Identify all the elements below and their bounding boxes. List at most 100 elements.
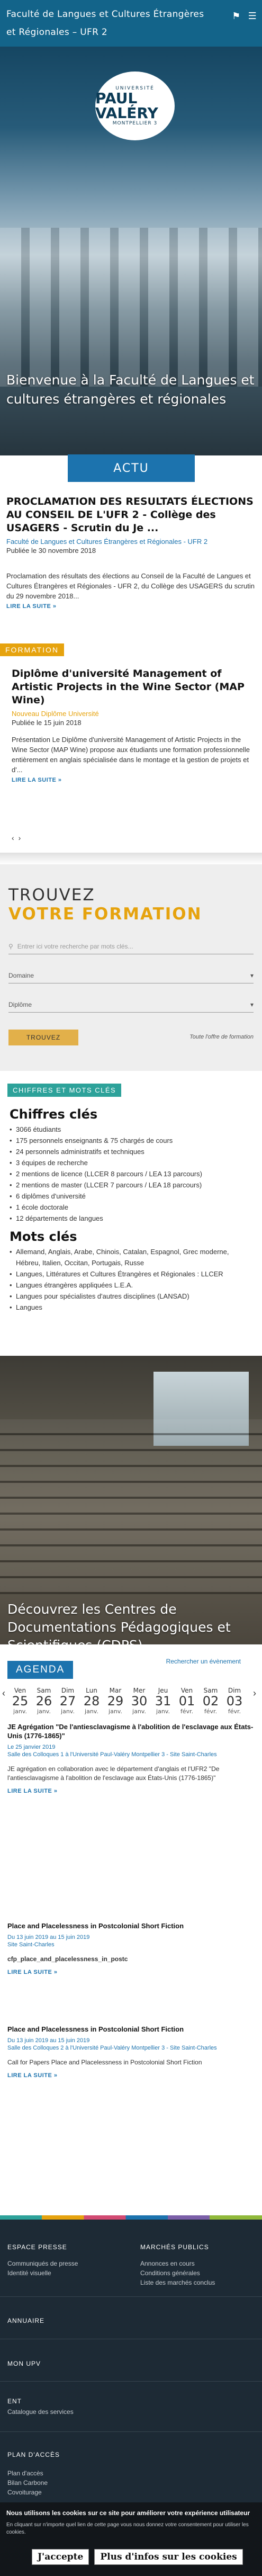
- calendar-next-icon[interactable]: ›: [253, 1688, 256, 1699]
- diplome-select[interactable]: Diplôme ▾: [8, 997, 254, 1013]
- event-place: Salle des Colloques 1 à l'Université Pau…: [7, 1751, 217, 1758]
- event-description: Call for Papers Place and Placelessness …: [7, 2059, 202, 2066]
- search-placeholder: Entrer ici votre recherche par mots clés…: [17, 942, 133, 950]
- calendar-day[interactable]: Lun 28 janv.: [81, 1687, 102, 1715]
- list-item: 3066 étudiants: [10, 1124, 253, 1135]
- color-stripe: [0, 2215, 262, 2220]
- espace-presse-heading[interactable]: ESPACE PRESSE: [7, 2243, 67, 2251]
- menu-icon[interactable]: ☰: [248, 7, 257, 25]
- list-item: 12 départements de langues: [10, 1213, 253, 1224]
- formation-search-input[interactable]: ⚲ Entrer ici votre recherche par mots cl…: [8, 938, 254, 954]
- footer-link[interactable]: Plan d'accès: [7, 2468, 43, 2478]
- read-more-link[interactable]: LIRE LA SUITE »: [7, 2072, 254, 2079]
- site-title[interactable]: Faculté de Langues et Cultures Étrangère…: [6, 9, 204, 38]
- news-item: PROCLAMATION DES RESULTATS ÉLECTIONS AU …: [6, 495, 255, 610]
- list-item: 3 équipes de recherche: [10, 1157, 253, 1168]
- calendar-prev-icon[interactable]: ‹: [2, 1688, 5, 1699]
- calendar-day[interactable]: Ven 01 févr.: [176, 1687, 197, 1715]
- event-date: Du 13 juin 2019 au 15 juin 2019: [7, 2037, 90, 2044]
- chiffres-tag: CHIFFRES ET MOTS CLÉS: [7, 1084, 122, 1097]
- list-item: Langues étrangères appliquées L.E.A.: [10, 1280, 253, 1291]
- list-item: 6 diplômes d'université: [10, 1191, 253, 1202]
- chiffres-heading: Chiffres clés: [10, 1107, 98, 1122]
- read-more-link[interactable]: LIRE LA SUITE »: [7, 1788, 254, 1794]
- hero-image: UNIVERSITÉ PAUL VALÉRY MONTPELLIER 3 Bie…: [0, 0, 262, 455]
- event-title[interactable]: JE Agrégation "De l'antiesclavagisme à l…: [7, 1722, 254, 1740]
- calendar-day[interactable]: Mar 29 janv.: [105, 1687, 126, 1715]
- formation-tag: FORMATION: [0, 643, 64, 656]
- plan-acces-heading[interactable]: PLAN D'ACCÈS: [7, 2451, 60, 2458]
- list-item: Langues, Littératures et Cultures Étrang…: [10, 1268, 253, 1280]
- catalogue-link[interactable]: Catalogue des services: [7, 2407, 74, 2417]
- cdps-banner[interactable]: Découvrez les Centres de Documentations …: [0, 1356, 262, 1644]
- list-item: 1 école doctorale: [10, 1202, 253, 1213]
- list-item: 2 mentions de master (LLCER 7 parcours /…: [10, 1179, 253, 1191]
- read-more-link[interactable]: LIRE LA SUITE »: [12, 777, 255, 783]
- news-source: Nouveau Diplôme Université: [12, 710, 99, 718]
- read-more-link[interactable]: LIRE LA SUITE »: [7, 1969, 254, 1975]
- event-place: Salle des Colloques 2 à l'Université Pau…: [7, 2045, 217, 2051]
- search-icon: ⚲: [8, 942, 13, 950]
- event-title[interactable]: Place and Placelessness in Postcolonial …: [7, 1921, 254, 1930]
- domaine-select[interactable]: Domaine ▾: [8, 968, 254, 983]
- news-title[interactable]: Diplôme d'université Management of Artis…: [12, 667, 255, 707]
- footer-divider: [0, 2431, 262, 2432]
- footer-link[interactable]: Conditions générales: [140, 2268, 200, 2278]
- list-item: 175 personnels enseignants & 75 chargés …: [10, 1135, 253, 1146]
- formation-search-title: TROUVEZ VOTRE FORMATION: [8, 885, 202, 924]
- mots-cles-list: Allemand, Anglais, Arabe, Chinois, Catal…: [10, 1246, 253, 1313]
- news-date: Publiée le 30 novembre 2018: [6, 547, 96, 554]
- all-formations-link[interactable]: Toute l'offre de formation: [189, 1034, 254, 1040]
- accept-cookies-button[interactable]: J'accepte: [32, 2549, 89, 2565]
- chiffres-section: Chiffres clés 3066 étudiants 175 personn…: [10, 1107, 253, 1313]
- site-header: Faculté de Langues et Cultures Étrangère…: [0, 0, 262, 47]
- news-source: Faculté de Langues et Cultures Étrangère…: [6, 538, 208, 545]
- chevron-down-icon: ▾: [250, 1000, 254, 1008]
- list-item: Langues: [10, 1302, 253, 1313]
- news-excerpt: Présentation Le Diplôme d'université Man…: [12, 736, 250, 774]
- news-date: Publiée le 15 juin 2018: [12, 719, 82, 727]
- footer-link[interactable]: Covoiturage: [7, 2488, 42, 2497]
- event-place: Site Saint-Charles: [7, 1942, 55, 1948]
- footer-link[interactable]: Communiqués de presse: [7, 2259, 78, 2268]
- read-more-link[interactable]: LIRE LA SUITE »: [6, 603, 255, 610]
- list-item: 2 mentions de licence (LLCER 8 parcours …: [10, 1168, 253, 1179]
- calendar-day[interactable]: Dim 03 févr.: [224, 1687, 245, 1715]
- calendar-day[interactable]: Jeu 31 janv.: [152, 1687, 174, 1715]
- list-item: Langues pour spécialistes d'autres disci…: [10, 1291, 253, 1302]
- next-arrow-icon[interactable]: ›: [19, 834, 21, 842]
- mon-upv-link[interactable]: MON UPV: [7, 2360, 41, 2367]
- footer-link[interactable]: Identité visuelle: [7, 2268, 51, 2278]
- calendar-day[interactable]: Dim 27 janv.: [57, 1687, 78, 1715]
- prev-arrow-icon[interactable]: ‹: [12, 834, 14, 842]
- footer-link[interactable]: Bilan Carbone: [7, 2478, 48, 2488]
- calendar-day[interactable]: Mer 30 janv.: [129, 1687, 150, 1715]
- event-title[interactable]: Place and Placelessness in Postcolonial …: [7, 2025, 254, 2034]
- marches-publics-heading[interactable]: MARCHÉS PUBLICS: [140, 2243, 209, 2251]
- cookie-info-button[interactable]: Plus d'infos sur les cookies: [94, 2549, 243, 2565]
- footer-link[interactable]: Annonces en cours: [140, 2259, 195, 2268]
- calendar-day[interactable]: Ven 25 janv.: [10, 1687, 31, 1715]
- footer-divider: [0, 2296, 262, 2297]
- cookie-details: En cliquant sur n'importe quel lien de c…: [6, 2522, 249, 2535]
- ent-link[interactable]: ENT: [7, 2398, 22, 2405]
- calendar-day[interactable]: Sam 02 févr.: [200, 1687, 221, 1715]
- actu-button[interactable]: ACTU: [68, 454, 195, 482]
- chevron-down-icon: ▾: [250, 971, 254, 979]
- hero-title: Bienvenue à la Faculté de Langues et cul…: [6, 372, 255, 407]
- footer-divider: [0, 2381, 262, 2382]
- news-item: Diplôme d'université Management of Artis…: [12, 667, 255, 783]
- agenda-calendar: ‹ Ven 25 janv. Sam 26 janv. Dim 27 janv. Lun 28…: [0, 1681, 262, 1716]
- footer-link[interactable]: Liste des marchés conclus: [140, 2278, 215, 2287]
- annuaire-link[interactable]: ANNUAIRE: [7, 2317, 44, 2324]
- search-event-link[interactable]: Rechercher un évènement: [166, 1658, 241, 1665]
- university-logo[interactable]: UNIVERSITÉ PAUL VALÉRY MONTPELLIER 3: [95, 71, 175, 140]
- news-title[interactable]: PROCLAMATION DES RESULTATS ÉLECTIONS AU …: [6, 495, 255, 535]
- agenda-event: JE Agrégation "De l'antiesclavagisme à l…: [7, 1722, 254, 1794]
- bookmark-icon[interactable]: ⚑: [232, 7, 240, 25]
- section-divider: [0, 853, 262, 864]
- mots-cles-heading: Mots clés: [10, 1229, 77, 1244]
- calendar-day[interactable]: Sam 26 janv.: [33, 1687, 55, 1715]
- trouvez-button[interactable]: TROUVEZ: [8, 1030, 78, 1045]
- cookie-message: Nous utilisons les cookies sur ce site p…: [6, 2509, 250, 2517]
